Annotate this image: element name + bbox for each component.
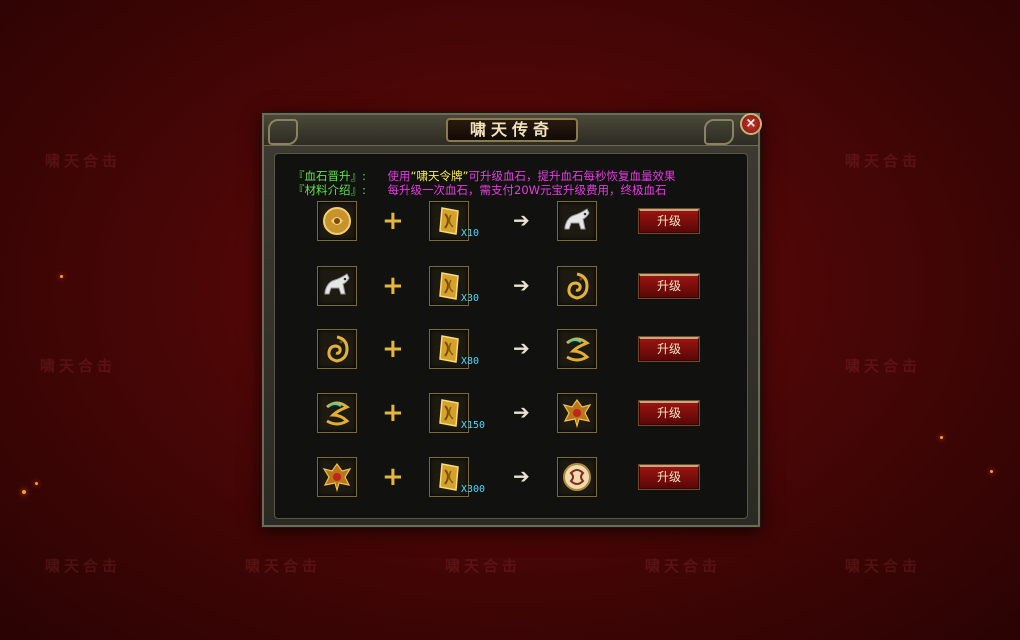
- info-tag: 『血石晋升』:: [293, 169, 366, 183]
- silver-beast-icon: [561, 205, 593, 237]
- title-ornament-left: [268, 119, 298, 145]
- dialog-title-bar[interactable]: 啸天传奇: [264, 115, 758, 146]
- upgrade-button[interactable]: 升级: [639, 465, 699, 489]
- arrow-right-icon: ➔: [513, 273, 530, 297]
- ember-spark: [35, 482, 38, 485]
- upgrade-button[interactable]: 升级: [639, 337, 699, 361]
- result-item-slot[interactable]: [557, 329, 597, 369]
- title-ornament-right: [704, 119, 734, 145]
- dialog-title: 啸天传奇: [446, 118, 578, 142]
- jade-dragon-icon: [321, 397, 353, 429]
- material-quantity: X30: [461, 293, 480, 304]
- result-item-slot[interactable]: [557, 457, 597, 497]
- material-quantity: X300: [461, 484, 486, 495]
- background-watermark: 啸天合击: [845, 357, 922, 375]
- background-watermark: 啸天合击: [645, 557, 722, 575]
- plus-icon: +: [382, 398, 404, 428]
- arrow-right-icon: ➔: [513, 464, 530, 488]
- demon-mask-icon: [561, 397, 593, 429]
- background-watermark: 啸天合击: [845, 152, 922, 170]
- plus-icon: +: [382, 462, 404, 492]
- upgrade-dialog: 啸天传奇 × 『血石晋升』: 使用“啸天令牌”可升级血石，提升血石每秒恢复血量效…: [262, 113, 762, 527]
- background-watermark: 啸天合击: [245, 557, 322, 575]
- demon-mask-icon: [321, 461, 353, 493]
- ultimate-disc-icon: [561, 461, 593, 493]
- background-watermark: 啸天合击: [445, 557, 522, 575]
- upgrade-button[interactable]: 升级: [639, 209, 699, 233]
- material-quantity: X80: [461, 356, 480, 367]
- gold-round-stone-icon: [321, 205, 353, 237]
- upgrade-button[interactable]: 升级: [639, 274, 699, 298]
- plus-icon: +: [382, 334, 404, 364]
- result-item-slot[interactable]: [557, 266, 597, 306]
- source-item-slot[interactable]: [317, 329, 357, 369]
- gold-dragon-icon: [561, 270, 593, 302]
- plus-icon: +: [382, 271, 404, 301]
- gold-dragon-icon: [321, 333, 353, 365]
- background-watermark: 啸天合击: [845, 557, 922, 575]
- dialog-content: 『血石晋升』: 使用“啸天令牌”可升级血石，提升血石每秒恢复血量效果 『材料介绍…: [274, 153, 748, 519]
- material-quantity: X150: [461, 420, 486, 431]
- source-item-slot[interactable]: [317, 266, 357, 306]
- source-item-slot[interactable]: [317, 457, 357, 497]
- source-item-slot[interactable]: [317, 201, 357, 241]
- plus-icon: +: [382, 206, 404, 236]
- upgrade-button[interactable]: 升级: [639, 401, 699, 425]
- info-tag: 『材料介绍』:: [293, 183, 366, 197]
- arrow-right-icon: ➔: [513, 336, 530, 360]
- material-quantity: X10: [461, 228, 480, 239]
- source-item-slot[interactable]: [317, 393, 357, 433]
- ember-spark: [22, 490, 26, 494]
- close-button[interactable]: ×: [740, 113, 762, 135]
- ember-spark: [60, 275, 63, 278]
- jade-dragon-icon: [561, 333, 593, 365]
- background-watermark: 啸天合击: [45, 152, 122, 170]
- info-line-materials: 『材料介绍』: 每升级一次血石，需支付20W元宝升级费用，终极血石: [293, 182, 667, 198]
- ember-spark: [940, 436, 943, 439]
- info-text: 可升级血石，提升血石每秒恢复血量效果: [468, 169, 676, 183]
- info-text: 每升级一次血石，需支付20W元宝升级费用，终极血石: [387, 183, 667, 197]
- result-item-slot[interactable]: [557, 201, 597, 241]
- background-watermark: 啸天合击: [40, 357, 117, 375]
- info-highlight: “啸天令牌”: [410, 169, 469, 183]
- arrow-right-icon: ➔: [513, 400, 530, 424]
- arrow-right-icon: ➔: [513, 208, 530, 232]
- background-watermark: 啸天合击: [45, 557, 122, 575]
- result-item-slot[interactable]: [557, 393, 597, 433]
- ember-spark: [990, 470, 993, 473]
- silver-beast-icon: [321, 270, 353, 302]
- info-text: 使用: [387, 169, 411, 183]
